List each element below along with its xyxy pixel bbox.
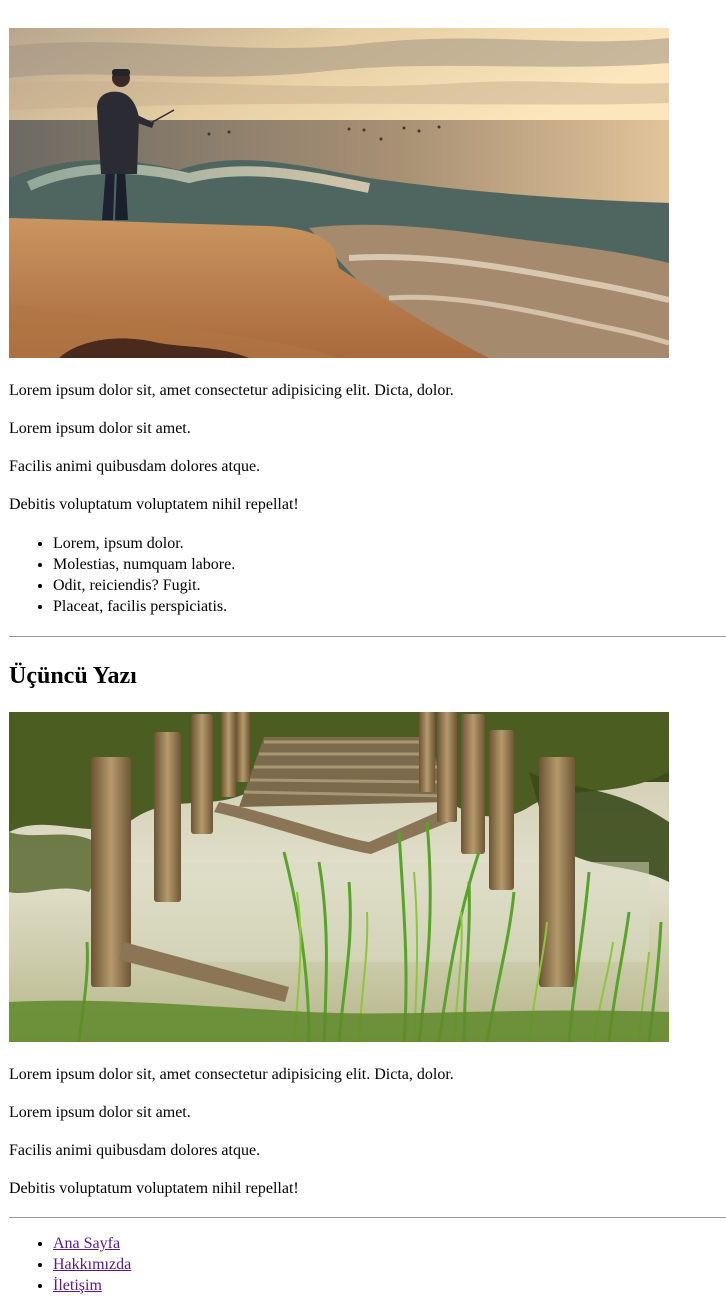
section-divider (9, 1217, 726, 1218)
list-item: Lorem, ipsum dolor. (53, 533, 726, 554)
beach-fisherman-image (9, 28, 669, 358)
nav-item: Ana Sayfa (53, 1233, 726, 1254)
post2-bullet-list: Lorem, ipsum dolor. Molestias, numquam l… (9, 533, 726, 617)
nav-link-home[interactable]: Ana Sayfa (53, 1235, 120, 1252)
post3-paragraph: Lorem ipsum dolor sit, amet consectetur … (9, 1066, 454, 1083)
list-item: Odit, reiciendis? Fugit. (53, 575, 726, 596)
list-item: Placeat, facilis perspiciatis. (53, 596, 726, 617)
nav-link-about[interactable]: Hakkımızda (53, 1256, 131, 1273)
footer-nav: Ana Sayfa Hakkımızda İletişim (9, 1233, 726, 1296)
post2-paragraph: Debitis voluptatum voluptatem nihil repe… (9, 496, 299, 513)
post3-paragraph: Debitis voluptatum voluptatem nihil repe… (9, 1180, 299, 1197)
post3-paragraph: Lorem ipsum dolor sit amet. (9, 1104, 191, 1121)
post2-paragraph: Lorem ipsum dolor sit, amet consectetur … (9, 382, 454, 399)
post3-title: Üçüncü Yazı (9, 663, 137, 689)
post2-paragraph: Lorem ipsum dolor sit amet. (9, 420, 191, 437)
page-content: Lorem ipsum dolor sit, amet consectetur … (9, 0, 726, 1296)
section-divider (9, 636, 726, 637)
nav-item: Hakkımızda (53, 1254, 726, 1275)
post3-paragraph: Facilis animi quibusdam dolores atque. (9, 1142, 261, 1159)
nav-item: İletişim (53, 1275, 726, 1296)
post2-paragraph: Facilis animi quibusdam dolores atque. (9, 458, 261, 475)
broken-pier-image (9, 712, 669, 1042)
list-item: Molestias, numquam labore. (53, 554, 726, 575)
nav-link-contact[interactable]: İletişim (53, 1277, 102, 1294)
